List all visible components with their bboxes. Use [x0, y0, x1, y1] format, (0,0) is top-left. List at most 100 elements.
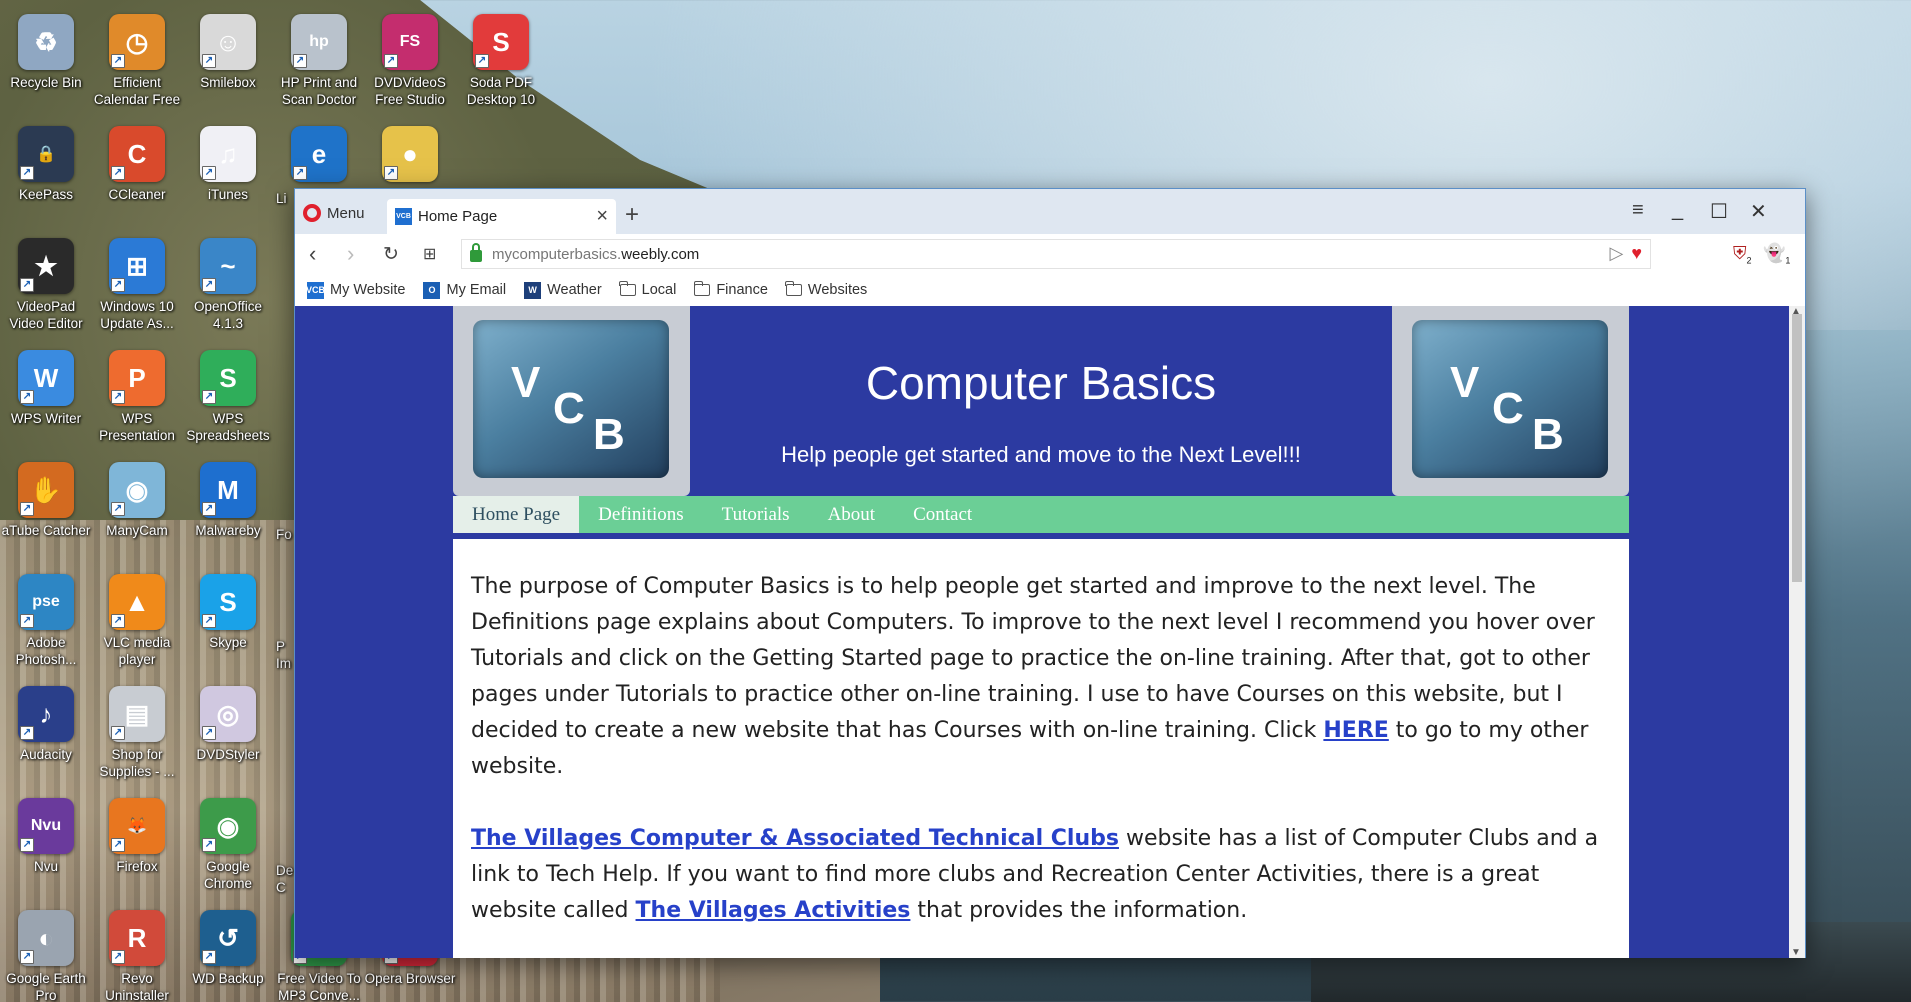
desktop-icon[interactable]: ✋ ↗ aTube Catcher — [0, 462, 92, 566]
menu-label: Menu — [327, 204, 365, 222]
scroll-down-icon[interactable]: ▼ — [1791, 947, 1801, 958]
nav-home-page[interactable]: Home Page — [453, 496, 580, 533]
desktop-icon[interactable]: ◐ ↗ Google Earth Pro — [0, 910, 92, 1002]
google-earth-icon: ◐ ↗ — [18, 910, 74, 966]
desktop-icon[interactable]: ⊞ ↗ Windows 10 Update As... — [91, 238, 183, 342]
speed-dial-icon[interactable]: ⊞ — [423, 244, 436, 264]
ublock-extension-icon[interactable]: ⛨2 — [1733, 243, 1752, 266]
nav-about[interactable]: About — [809, 496, 895, 533]
maximize-icon[interactable]: ☐ — [1710, 199, 1728, 224]
smilebox-icon: ☺ ↗ — [200, 14, 256, 70]
nav-contact[interactable]: Contact — [894, 496, 991, 533]
vcb-logo-left[interactable]: V C B — [473, 320, 669, 478]
desktop-icon-label: Free Video To MP3 Conve... — [277, 971, 361, 1002]
desktop-icon-label: Audacity — [20, 747, 72, 762]
desktop-icon[interactable]: ↺ ↗ WD Backup — [182, 910, 274, 1002]
site-container: V C B Computer Basics Help people get st… — [453, 306, 1629, 958]
chrome-icon: ◉ ↗ — [200, 798, 256, 854]
desktop-icon[interactable]: S ↗ Skype — [182, 574, 274, 678]
shortcut-arrow-icon: ↗ — [202, 502, 216, 516]
forward-icon[interactable]: › — [347, 241, 354, 267]
page-scrollbar[interactable]: ▲ ▼ — [1789, 306, 1805, 958]
shortcut-arrow-icon: ↗ — [384, 54, 398, 68]
desktop-icon[interactable]: ◎ ↗ DVDStyler — [182, 686, 274, 790]
desktop-icon[interactable]: S ↗ Soda PDF Desktop 10 — [455, 14, 547, 118]
close-window-icon[interactable]: ✕ — [1750, 199, 1767, 224]
minimize-icon[interactable]: _ — [1672, 199, 1683, 222]
desktop-icon[interactable]: W ↗ WPS Writer — [0, 350, 92, 454]
bookmark-label: Weather — [547, 282, 602, 298]
heart-bookmark-icon[interactable]: ♥ — [1631, 243, 1642, 264]
bookmark-my-website[interactable]: VCB My Website — [306, 281, 405, 299]
close-tab-icon[interactable]: × — [596, 205, 608, 228]
desktop-icon[interactable]: ◉ ↗ ManyCam — [91, 462, 183, 566]
shortcut-arrow-icon: ↗ — [202, 54, 216, 68]
scroll-thumb[interactable] — [1792, 314, 1802, 582]
desktop-icon-label: WPS Writer — [10, 411, 82, 426]
villages-clubs-link[interactable]: The Villages Computer & Associated Techn… — [471, 826, 1119, 851]
url-input[interactable]: mycomputerbasics.weebly.com ▷ ♥ — [461, 239, 1651, 269]
desktop-icon[interactable]: 🦊 ↗ Firefox — [91, 798, 183, 902]
bookmark-label: Websites — [807, 282, 868, 298]
weather-icon: W — [524, 281, 542, 299]
desktop-icon[interactable]: P ↗ WPS Presentation — [91, 350, 183, 454]
desktop-icon-label: Google Earth Pro — [6, 971, 86, 1002]
intro-paragraph: The purpose of Computer Basics is to hel… — [471, 569, 1611, 785]
desktop-icon[interactable]: ◉ ↗ Google Chrome — [182, 798, 274, 902]
desktop-icon[interactable]: Nvu ↗ Nvu — [0, 798, 92, 902]
desktop-icon[interactable]: ~ ↗ OpenOffice 4.1.3 — [182, 238, 274, 342]
desktop-icon[interactable]: ◷ ↗ Efficient Calendar Free — [91, 14, 183, 118]
address-toolbar: ‹ › ↻ ⊞ mycomputerbasics.weebly.com ▷ ♥ … — [295, 234, 1805, 274]
tab-menu-icon[interactable]: ≡ — [1632, 199, 1644, 222]
desktop-icon[interactable]: ♪ ↗ Audacity — [0, 686, 92, 790]
bookmarks-bar: VCB My Website O My Email W Weather Local Finan… — [295, 274, 1805, 306]
dvdstyler-icon: ◎ ↗ — [200, 686, 256, 742]
nav-tutorials[interactable]: Tutorials — [703, 496, 809, 533]
desktop-icon[interactable]: 🔒 ↗ KeePass — [0, 126, 92, 230]
new-tab-button[interactable]: + — [625, 201, 639, 229]
desktop-icon-partial[interactable]: Fo — [276, 462, 296, 566]
desktop-icon-partial[interactable]: P Im — [276, 574, 296, 678]
back-icon[interactable]: ‹ — [309, 241, 316, 267]
bookmark-websites[interactable]: Websites — [785, 281, 868, 298]
send-icon[interactable]: ▷ — [1609, 243, 1623, 264]
desktop-icon[interactable]: ♫ ↗ iTunes — [182, 126, 274, 230]
desktop-icon-label: OpenOffice 4.1.3 — [193, 299, 263, 331]
desktop-icon-label: aTube Catcher — [1, 523, 91, 538]
desktop-icon[interactable]: ▤ ↗ Shop for Supplies - ... — [91, 686, 183, 790]
tab-bar: Menu VCB Home Page × + ≡ _ ☐ ✕ — [295, 189, 1805, 234]
vcb-favicon-icon: VCB — [306, 281, 325, 299]
vcb-logo-right[interactable]: V C B — [1412, 320, 1608, 478]
desktop-icon[interactable]: M ↗ Malwareby — [182, 462, 274, 566]
bookmark-weather[interactable]: W Weather — [524, 281, 602, 299]
bookmark-finance[interactable]: Finance — [693, 281, 768, 298]
desktop-icon[interactable]: C ↗ CCleaner — [91, 126, 183, 230]
desktop-icon[interactable]: hp ↗ HP Print and Scan Doctor — [273, 14, 365, 118]
tab-home-page[interactable]: VCB Home Page × — [387, 199, 616, 234]
desktop-icon-label: Li — [276, 191, 287, 206]
desktop-icon[interactable]: ♻ Recycle Bin — [0, 14, 92, 118]
ccleaner-icon: C ↗ — [109, 126, 165, 182]
desktop-icon[interactable]: ☺ ↗ Smilebox — [182, 14, 274, 118]
nav-definitions[interactable]: Definitions — [579, 496, 703, 533]
bookmark-local[interactable]: Local — [619, 281, 676, 298]
desktop-icon[interactable]: ★ ↗ VideoPad Video Editor — [0, 238, 92, 342]
bookmark-my-email[interactable]: O My Email — [423, 281, 506, 299]
desktop-icon-partial[interactable]: De C — [276, 798, 296, 902]
desktop-icon[interactable]: pse ↗ Adobe Photosh... — [0, 574, 92, 678]
shortcut-arrow-icon: ↗ — [20, 502, 34, 516]
desktop-icon[interactable]: R ↗ Revo Uninstaller — [91, 910, 183, 1002]
desktop-icon-partial[interactable]: Li — [276, 126, 296, 230]
ghostery-extension-icon[interactable]: 👻1 — [1763, 243, 1790, 266]
desktop-icon[interactable]: FS ↗ DVDVideoS Free Studio — [364, 14, 456, 118]
shortcut-arrow-icon: ↗ — [202, 614, 216, 628]
reload-icon[interactable]: ↻ — [383, 243, 399, 266]
here-link[interactable]: HERE — [1323, 718, 1388, 743]
desktop-icon-label: DVDStyler — [196, 747, 260, 762]
desktop-icon[interactable]: ▲ ↗ VLC media player — [91, 574, 183, 678]
folder-icon — [693, 281, 711, 296]
opera-menu-button[interactable]: Menu — [303, 202, 365, 224]
itunes-icon: ♫ ↗ — [200, 126, 256, 182]
desktop-icon[interactable]: S ↗ WPS Spreadsheets — [182, 350, 274, 454]
villages-activities-link[interactable]: The Villages Activities — [636, 898, 911, 923]
